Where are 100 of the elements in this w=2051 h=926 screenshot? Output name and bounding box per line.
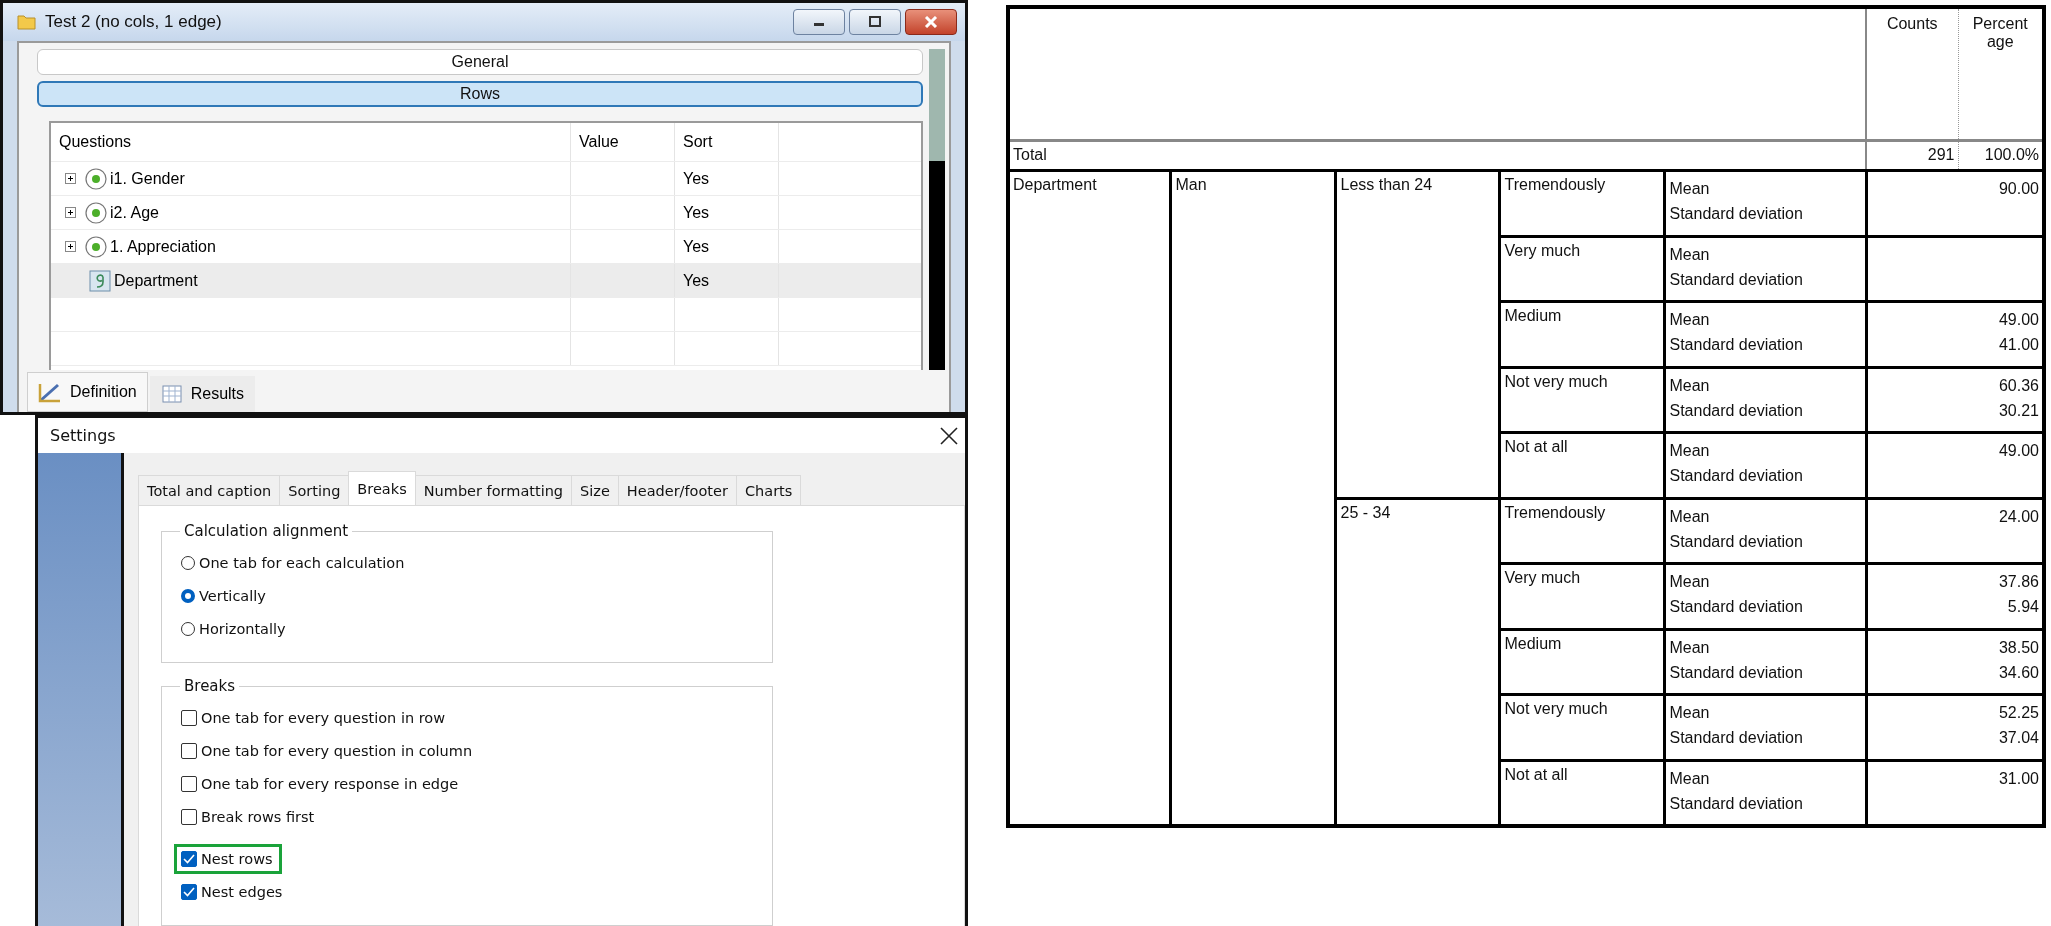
- scrollbar[interactable]: [929, 49, 945, 370]
- table-cell: Standard deviation: [1669, 794, 1803, 812]
- column-header: Percentage: [1971, 15, 2029, 51]
- option-label: Horizontally: [199, 621, 286, 637]
- table-icon: [160, 383, 183, 405]
- table-cell: Very much: [1504, 241, 1581, 259]
- checkbox[interactable]: [181, 809, 197, 825]
- grid-row[interactable]: i2. Age Yes: [51, 196, 921, 230]
- table-cell: Very much: [1504, 569, 1581, 587]
- window-title: Test 2 (no cols, 1 edge): [45, 12, 222, 32]
- group-title: Calculation alignment: [183, 522, 350, 540]
- table-cell: 34.60: [1998, 663, 2039, 681]
- sort-value: Yes: [675, 196, 779, 229]
- grid-row[interactable]: i1. Gender Yes: [51, 162, 921, 196]
- question-label: 1. Appreciation: [110, 237, 216, 256]
- option-label: Nest rows: [201, 851, 273, 867]
- table-cell: Standard deviation: [1669, 663, 1803, 681]
- expand-icon[interactable]: [65, 207, 76, 218]
- expand-icon[interactable]: [65, 241, 76, 252]
- table-cell: 5.94: [2007, 598, 2039, 616]
- table-cell: Not very much: [1504, 700, 1608, 718]
- table-cell: 49.00: [1998, 311, 2039, 329]
- option-label: One tab for every response in edge: [201, 776, 459, 792]
- radio-button[interactable]: [181, 622, 195, 636]
- table-cell: Man: [1175, 176, 1207, 194]
- option-label: Nest edges: [201, 884, 283, 900]
- table-cell: 291: [1866, 140, 1958, 171]
- column-header: Questions: [51, 123, 571, 161]
- table-cell: 31.00: [1998, 769, 2039, 787]
- bottom-tab[interactable]: Definition: [27, 372, 148, 412]
- checkbox[interactable]: [181, 743, 197, 759]
- table-cell: Mean: [1669, 376, 1710, 394]
- checkbox[interactable]: [181, 776, 197, 792]
- settings-tab[interactable]: Charts: [735, 475, 802, 505]
- table-cell: 52.25: [1998, 704, 2039, 722]
- table-cell: Medium: [1504, 634, 1562, 652]
- table-cell: Mean: [1669, 245, 1710, 263]
- table-cell: 60.36: [1998, 376, 2039, 394]
- option-label: One tab for every question in row: [201, 710, 446, 726]
- table-cell: Mean: [1669, 769, 1710, 787]
- maximize-icon: [868, 16, 882, 28]
- dialog-title: Settings: [50, 426, 116, 445]
- table-cell: Mean: [1669, 442, 1710, 460]
- table-cell: Mean: [1669, 507, 1710, 525]
- table-cell: 90.00: [1998, 180, 2039, 198]
- expand-icon[interactable]: [65, 173, 76, 184]
- sort-value: Yes: [675, 264, 779, 297]
- table-cell: 38.50: [1998, 638, 2039, 656]
- table-cell: Mean: [1669, 180, 1710, 198]
- section-header[interactable]: Rows: [37, 81, 923, 107]
- table-cell: 37.86: [1998, 573, 2039, 591]
- grid-row[interactable]: Department Yes: [51, 264, 921, 298]
- table-cell: Standard deviation: [1669, 205, 1803, 223]
- settings-tab[interactable]: Total and caption: [138, 475, 281, 505]
- table-cell: Mean: [1669, 704, 1710, 722]
- maximize-button[interactable]: [849, 9, 901, 35]
- table-cell: Medium: [1504, 307, 1562, 325]
- table-cell: 25 - 34: [1340, 503, 1391, 521]
- table-cell: Standard deviation: [1669, 270, 1803, 288]
- table-cell: Not very much: [1504, 372, 1608, 390]
- group-title: Breaks: [183, 677, 237, 695]
- close-icon: [924, 16, 938, 28]
- minimize-button[interactable]: [793, 9, 845, 35]
- table-cell: Not at all: [1504, 765, 1568, 783]
- table-cell: 30.21: [1998, 401, 2039, 419]
- radio-question-icon: [85, 201, 107, 224]
- bottom-tab[interactable]: Results: [149, 376, 256, 412]
- table-cell: Total: [1008, 140, 1866, 171]
- table-cell: Standard deviation: [1669, 532, 1803, 550]
- option-label: Vertically: [199, 588, 266, 604]
- radio-button[interactable]: [181, 589, 195, 603]
- pencil-ruler-icon: [38, 381, 62, 403]
- question-label: i1. Gender: [110, 169, 185, 188]
- table-cell: 24.00: [1998, 507, 2039, 525]
- checkbox[interactable]: [181, 884, 197, 900]
- table-cell: 41.00: [1998, 336, 2039, 354]
- checkbox[interactable]: [181, 851, 197, 867]
- option-label: One tab for each calculation: [199, 555, 405, 571]
- table-cell: 37.04: [1998, 729, 2039, 747]
- table-cell: Not at all: [1504, 438, 1568, 456]
- option-label: Break rows first: [201, 809, 315, 825]
- sort-value: Yes: [675, 162, 779, 195]
- table-cell: Less than 24: [1340, 176, 1433, 194]
- radio-button[interactable]: [181, 556, 195, 570]
- question-label: i2. Age: [110, 203, 159, 222]
- question-label: Department: [114, 271, 198, 290]
- settings-tab[interactable]: Breaks: [348, 471, 416, 505]
- checkbox[interactable]: [181, 710, 197, 726]
- table-cell: Standard deviation: [1669, 467, 1803, 485]
- table-cell: Mean: [1669, 638, 1710, 656]
- folder-icon: [17, 13, 37, 31]
- close-button[interactable]: [905, 9, 957, 35]
- table-cell: 100.0%: [1958, 140, 2044, 171]
- radio-question-icon: [85, 167, 107, 190]
- table-cell: Mean: [1669, 573, 1710, 591]
- column-header: Counts: [1866, 7, 1958, 141]
- column-header: Value: [571, 123, 675, 161]
- section-header[interactable]: General: [37, 49, 923, 75]
- table-cell: Standard deviation: [1669, 598, 1803, 616]
- numeric-question-icon: [89, 269, 111, 292]
